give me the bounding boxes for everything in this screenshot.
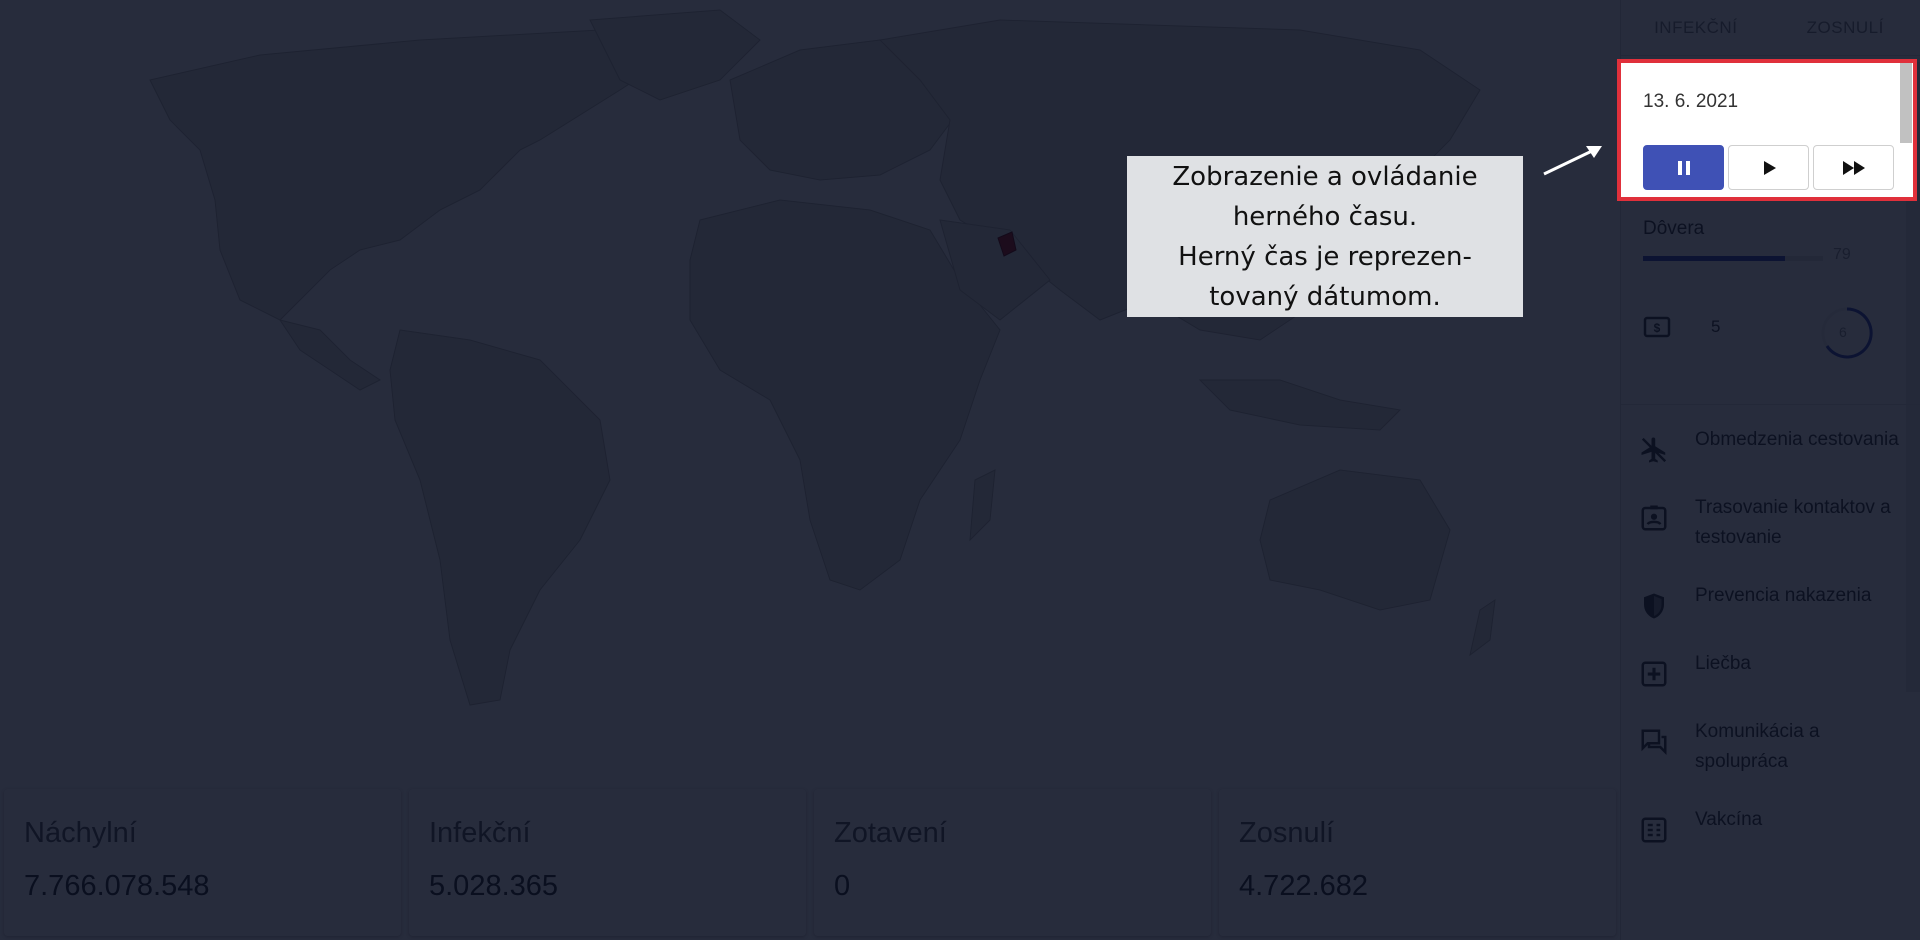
world-map[interactable] <box>0 0 1620 783</box>
scrollbar-thumb[interactable] <box>1900 63 1912 143</box>
play-icon <box>1763 160 1776 175</box>
badge-icon <box>1641 505 1667 531</box>
airplane-off-icon <box>1641 437 1667 463</box>
measure-travel-restrictions[interactable]: Obmedzenia cestovania <box>1621 419 1920 487</box>
callout-line: Herný čas je reprezen- <box>1178 241 1472 272</box>
measure-label: Obmedzenia cestovania <box>1695 429 1899 450</box>
trust-label: Dôvera <box>1643 218 1705 239</box>
stat-title: Zotavení <box>834 817 947 849</box>
measure-communication[interactable]: Komunikácia a spolupráca <box>1621 711 1920 799</box>
progress-ring-value: 6 <box>1839 324 1847 340</box>
callout-arrow-icon <box>1543 146 1602 176</box>
southeast-asia-islands[interactable] <box>1198 379 1402 431</box>
stat-card-recovered: Zotavení 0 <box>814 789 1211 936</box>
svg-text:$: $ <box>1654 321 1661 335</box>
stat-card-deceased: Zosnulí 4.722.682 <box>1219 789 1616 936</box>
stat-title: Zosnulí <box>1239 817 1335 849</box>
measure-label: Prevencia nakazenia <box>1695 585 1872 606</box>
pause-icon <box>1677 160 1690 175</box>
forum-icon <box>1641 729 1667 756</box>
vaccine-icon <box>1641 817 1667 843</box>
australia[interactable] <box>1259 469 1451 611</box>
new-zealand[interactable] <box>1469 598 1496 657</box>
stat-card-susceptible: Náchylní 7.766.078.548 <box>4 789 401 936</box>
measure-label: Trasovanie kontaktov a testovanie <box>1695 497 1891 548</box>
callout-text: Zobrazenie a ovládanie herného času. Her… <box>1172 157 1477 317</box>
north-america[interactable] <box>149 29 692 321</box>
central-america[interactable] <box>278 319 381 391</box>
measure-contact-tracing[interactable]: Trasovanie kontaktov a testovanie <box>1621 487 1920 575</box>
medical-plus-icon <box>1641 661 1667 687</box>
trust-meter: Dôvera 79 <box>1643 218 1903 263</box>
pause-button[interactable] <box>1643 145 1724 190</box>
trust-fill <box>1643 256 1786 261</box>
measures-list: Obmedzenia cestovania Trasovanie kontakt… <box>1621 404 1920 867</box>
shield-icon <box>1644 593 1664 619</box>
tabs: INFEKČNÍ ZOSNULÍ <box>1621 0 1920 56</box>
money-icon: $ <box>1643 315 1671 344</box>
tab-deceased[interactable]: ZOSNULÍ <box>1771 0 1920 55</box>
measure-label: Komunikácia a spolupráca <box>1695 721 1820 772</box>
measure-prevention[interactable]: Prevencia nakazenia <box>1621 575 1920 643</box>
stat-card-infected: Infekční 5.028.365 <box>409 789 806 936</box>
tab-infected[interactable]: INFEKČNÍ <box>1621 0 1771 55</box>
callout-line: herného času. <box>1232 201 1418 232</box>
stats-bar: Náchylní 7.766.078.548 Infekční 5.028.36… <box>0 783 1620 940</box>
stat-value: 7.766.078.548 <box>24 870 210 902</box>
fast-forward-icon <box>1842 160 1865 175</box>
stat-value: 0 <box>834 870 851 902</box>
time-controls <box>1643 145 1894 190</box>
stat-value: 5.028.365 <box>429 870 559 902</box>
measure-label: Vakcína <box>1695 809 1763 830</box>
stat-title: Náchylní <box>24 817 137 849</box>
time-control-highlight: 13. 6. 2021 <box>1617 59 1917 201</box>
trust-bar <box>1643 256 1823 261</box>
madagascar[interactable] <box>969 469 996 542</box>
callout-line: Zobrazenie a ovládanie <box>1172 161 1478 192</box>
money-value: 5 <box>1711 317 1721 336</box>
stat-title: Infekční <box>429 817 531 849</box>
fast-forward-button[interactable] <box>1813 145 1894 190</box>
resources-row: $ 5 6 <box>1643 305 1903 365</box>
progress-ring-icon <box>1821 307 1873 359</box>
measure-vaccine[interactable]: Vakcína <box>1621 799 1920 867</box>
stat-value: 4.722.682 <box>1239 870 1369 902</box>
trust-value: 79 <box>1833 246 1851 263</box>
play-button[interactable] <box>1728 145 1809 190</box>
game-date: 13. 6. 2021 <box>1643 91 1739 112</box>
measure-label: Liečba <box>1695 653 1751 674</box>
measure-treatment[interactable]: Liečba <box>1621 643 1920 711</box>
callout-line: tovaný dátumom. <box>1209 281 1441 312</box>
continents <box>149 9 1496 706</box>
south-america[interactable] <box>389 329 611 706</box>
tutorial-callout: Zobrazenie a ovládanie herného času. Her… <box>1127 156 1523 317</box>
